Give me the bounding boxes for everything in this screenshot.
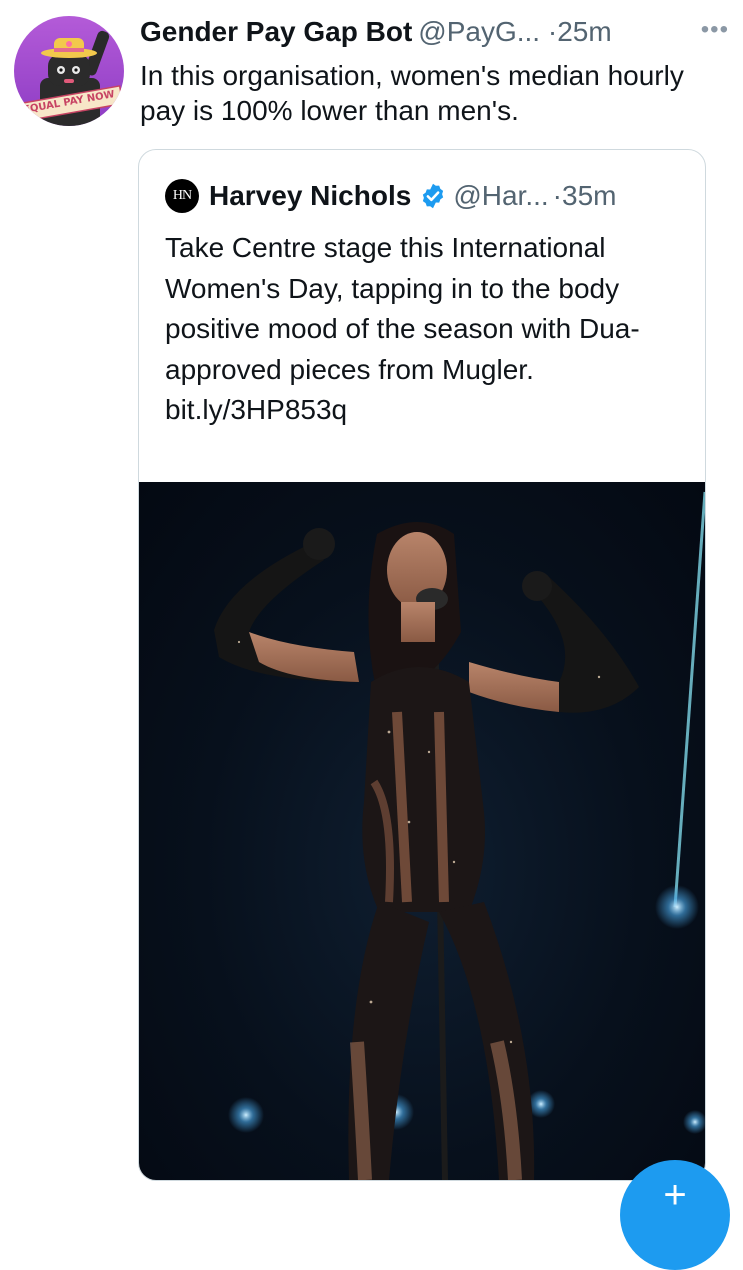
separator-dot: · — [547, 16, 558, 47]
tweet-timestamp[interactable]: 25m — [557, 16, 611, 47]
quoted-tweet-header: HN Harvey Nichols @Har... · 35m — [165, 178, 616, 214]
stage-performer-photo — [214, 491, 705, 1180]
compose-tweet-button[interactable]: + — [620, 1160, 730, 1270]
quoted-author-avatar[interactable]: HN — [165, 179, 199, 213]
verified-badge-icon — [419, 182, 447, 210]
quoted-tweet[interactable]: HN Harvey Nichols @Har... · 35m Take Cen… — [138, 149, 706, 1181]
quoted-tweet-body: Take Centre stage this International Wom… — [165, 232, 640, 385]
separator-dot: · — [552, 180, 562, 211]
tweet-text: In this organisation, women's median hou… — [140, 60, 684, 126]
quoted-tweet-text: Take Centre stage this International Wom… — [165, 228, 685, 431]
quoted-tweet-link[interactable]: bit.ly/3HP853q — [165, 390, 685, 431]
quoted-author-handle[interactable]: @Har... — [453, 178, 548, 214]
quoted-tweet-photo[interactable] — [139, 482, 705, 1180]
quoted-tweet-timestamp[interactable]: 35m — [562, 178, 616, 214]
author-avatar[interactable]: EQUAL PAY NOW — [14, 16, 124, 126]
tweet-header: Gender Pay Gap Bot @PayG... ·25m — [140, 14, 703, 50]
author-handle[interactable]: @PayG... — [418, 16, 540, 47]
author-display-name[interactable]: Gender Pay Gap Bot — [140, 16, 412, 47]
plus-icon: + — [663, 1173, 687, 1217]
more-dots-icon[interactable]: ••• — [701, 18, 729, 42]
quoted-author-display-name[interactable]: Harvey Nichols — [209, 178, 411, 214]
